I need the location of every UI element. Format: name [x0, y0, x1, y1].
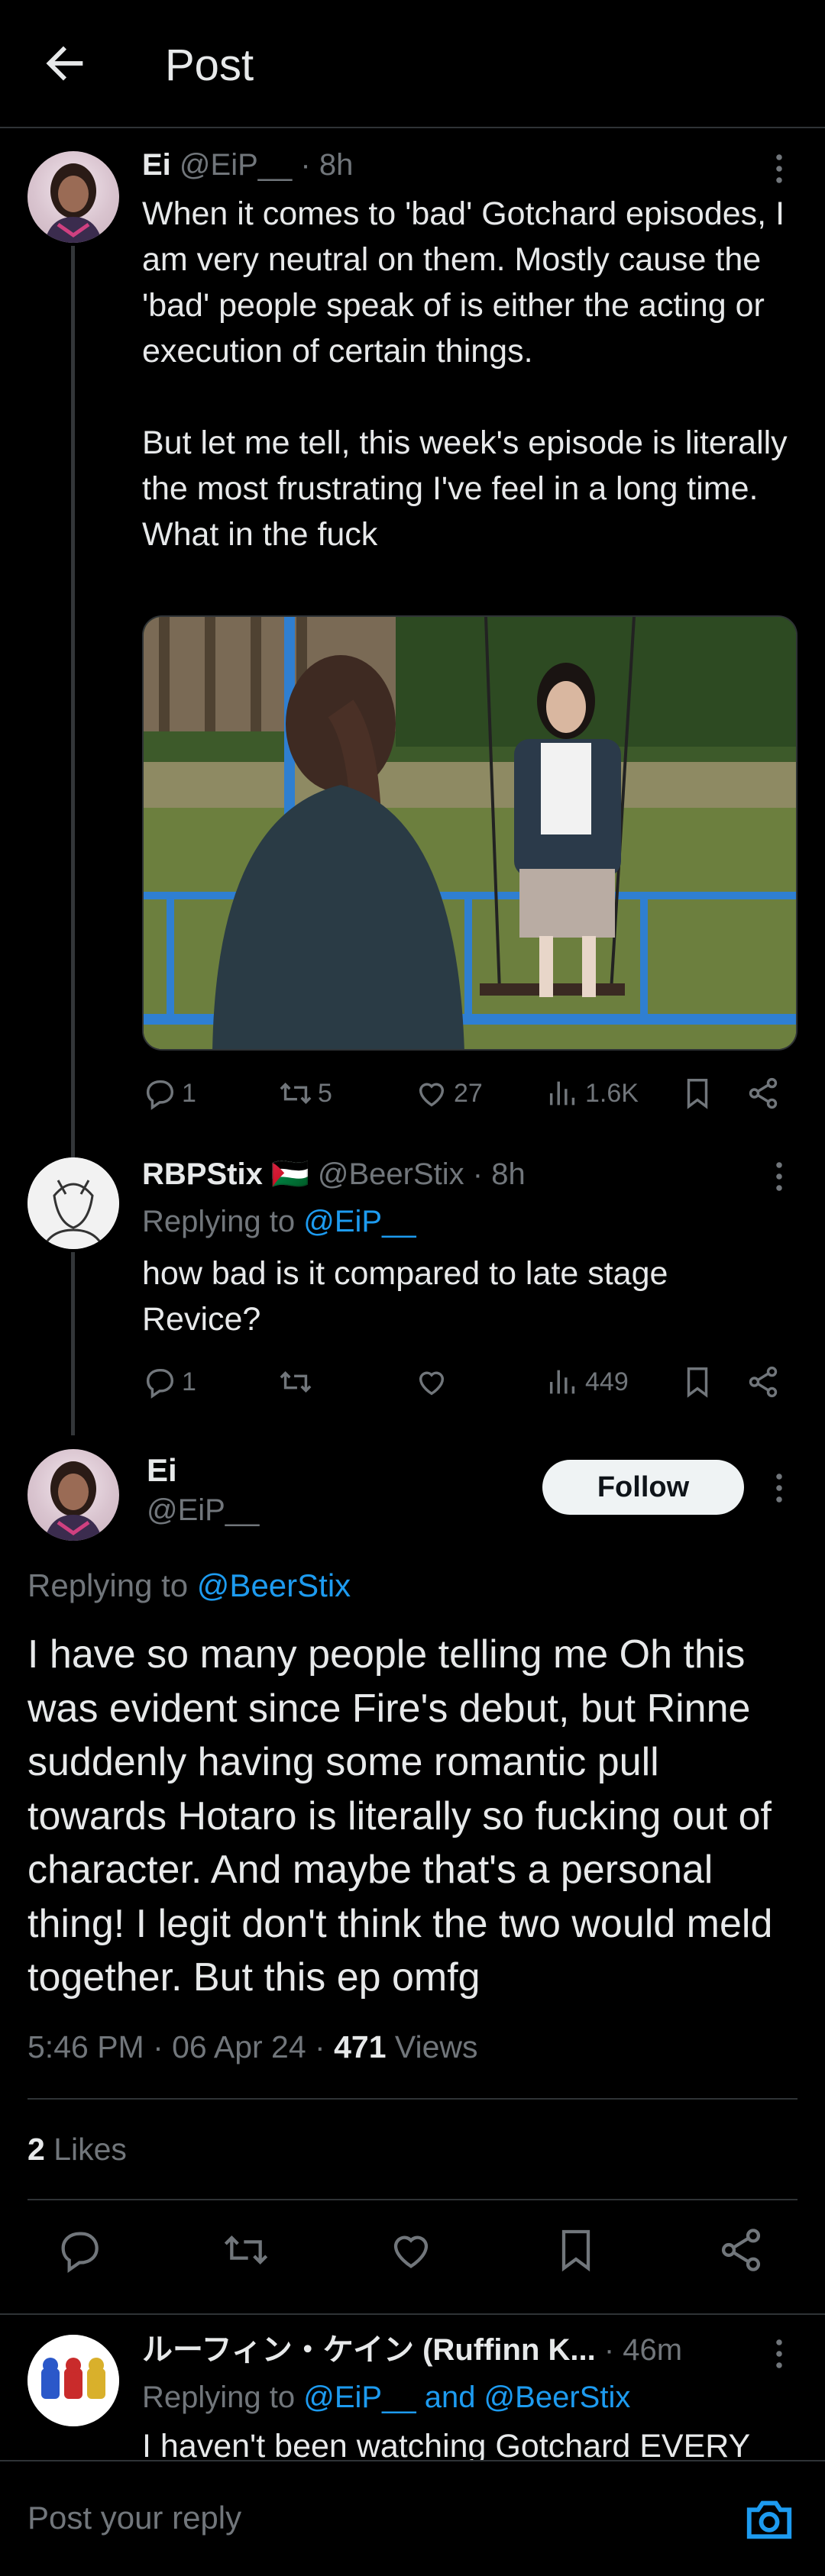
- timestamp[interactable]: 5:46 PM · 06 Apr 24 ·: [28, 2029, 334, 2064]
- replying-to-link[interactable]: @EiP__: [303, 1205, 416, 1238]
- like-button[interactable]: 27: [414, 1070, 483, 1116]
- author-handle[interactable]: @EiP__: [147, 1493, 259, 1528]
- like-count: 27: [454, 1078, 483, 1108]
- avatar[interactable]: [28, 2335, 119, 2426]
- views-button[interactable]: 1.6K: [545, 1070, 639, 1116]
- like-icon: [419, 1371, 445, 1396]
- camera-icon[interactable]: [742, 2492, 796, 2545]
- share-icon[interactable]: [746, 1359, 781, 1405]
- likes-count: 2: [28, 2132, 45, 2167]
- views-count: 1.6K: [585, 1078, 639, 1108]
- page-title: Post: [165, 40, 254, 90]
- tweet-text: how bad is it compared to late stage Rev…: [142, 1255, 678, 1338]
- bookmark-icon[interactable]: [552, 2226, 613, 2287]
- like-button[interactable]: [414, 1359, 454, 1405]
- author-handle[interactable]: @BeerStix: [318, 1157, 464, 1191]
- author-name[interactable]: Ei: [142, 148, 171, 182]
- share-icon[interactable]: [746, 1070, 781, 1116]
- reply-count: 1: [182, 1367, 196, 1396]
- divider: [28, 2098, 798, 2100]
- reply-bar: Post your reply: [0, 2460, 825, 2576]
- reply-count: 1: [182, 1078, 196, 1108]
- tweet-meta: 5:46 PM · 06 Apr 24 · 471 Views: [28, 2029, 478, 2065]
- bookmark-icon[interactable]: [680, 1070, 715, 1116]
- repost-icon: [280, 1083, 312, 1104]
- reply-icon: [146, 1368, 174, 1399]
- avatar[interactable]: [28, 1157, 119, 1249]
- replying-to: Replying to @EiP__: [142, 1205, 416, 1238]
- follow-button[interactable]: Follow: [542, 1460, 744, 1515]
- top-bar: Post: [0, 0, 825, 128]
- replying-to-link[interactable]: @EiP__ and @BeerStix: [303, 2381, 630, 2414]
- tweet-header: ルーフィン・ケイン (Ruffinn K... · 46m: [142, 2330, 682, 2370]
- author-name[interactable]: RBPStix: [142, 1157, 263, 1191]
- divider: [0, 2313, 825, 2315]
- replying-to-link[interactable]: @BeerStix: [197, 1567, 351, 1603]
- avatar[interactable]: [28, 1449, 119, 1541]
- repost-count: 5: [318, 1078, 332, 1108]
- like-icon: [419, 1083, 445, 1107]
- reply-button[interactable]: 1: [142, 1359, 196, 1405]
- share-icon[interactable]: [717, 2226, 778, 2287]
- reply-input[interactable]: Post your reply: [28, 2500, 241, 2536]
- views-label: Views: [386, 2029, 478, 2064]
- repost-button[interactable]: [278, 1359, 318, 1405]
- author-name[interactable]: ルーフィン・ケイン (Ruffinn K...: [142, 2333, 596, 2367]
- views-button[interactable]: 449: [545, 1359, 629, 1405]
- back-arrow-icon[interactable]: [38, 37, 92, 90]
- divider: [28, 2199, 798, 2200]
- more-icon[interactable]: [768, 1469, 791, 1507]
- more-icon[interactable]: [768, 1157, 791, 1196]
- avatar[interactable]: [28, 151, 119, 243]
- tweet-actions: 1 5 27 1.6K: [142, 1070, 798, 1116]
- timestamp: · 46m: [603, 2333, 683, 2367]
- tweet-header: RBPStix 🇵🇸 @BeerStix · 8h: [142, 1154, 526, 1194]
- views-icon: [549, 1081, 575, 1106]
- tweet-actions: 1 449: [142, 1359, 798, 1405]
- tweet-text: When it comes to 'bad' Gotchard episodes…: [142, 195, 788, 553]
- media-image[interactable]: [142, 615, 798, 1051]
- repost-icon[interactable]: [222, 2226, 283, 2287]
- thread-line: [71, 1252, 75, 1435]
- reply-icon: [146, 1080, 174, 1110]
- bookmark-icon[interactable]: [680, 1359, 715, 1405]
- timestamp: · 8h: [472, 1157, 526, 1191]
- thread-line: [71, 246, 75, 1162]
- replying-to: Replying to @BeerStix: [28, 1567, 351, 1603]
- more-icon[interactable]: [768, 150, 791, 188]
- repost-button[interactable]: 5: [278, 1070, 332, 1116]
- replying-to: Replying to @EiP__ and @BeerStix: [142, 2381, 631, 2414]
- reply-icon[interactable]: [55, 2226, 116, 2287]
- reply-button[interactable]: 1: [142, 1070, 196, 1116]
- repost-icon: [280, 1371, 312, 1393]
- likes-label: Likes: [44, 2132, 127, 2167]
- author-handle[interactable]: @EiP__: [180, 148, 292, 182]
- more-icon[interactable]: [768, 2335, 791, 2373]
- timestamp: · 8h: [300, 148, 354, 182]
- views-icon: [549, 1370, 575, 1394]
- tweet-text: I have so many people telling me Oh this…: [28, 1632, 773, 2000]
- like-icon[interactable]: [387, 2226, 448, 2287]
- author-name[interactable]: Ei: [147, 1452, 177, 1489]
- tweet-header: Ei @EiP__ · 8h: [142, 145, 353, 185]
- flag-emoji: 🇵🇸: [270, 1157, 309, 1191]
- views-count: 449: [585, 1367, 629, 1396]
- views-count: 471: [334, 2029, 387, 2064]
- likes-summary[interactable]: 2 Likes: [28, 2132, 127, 2168]
